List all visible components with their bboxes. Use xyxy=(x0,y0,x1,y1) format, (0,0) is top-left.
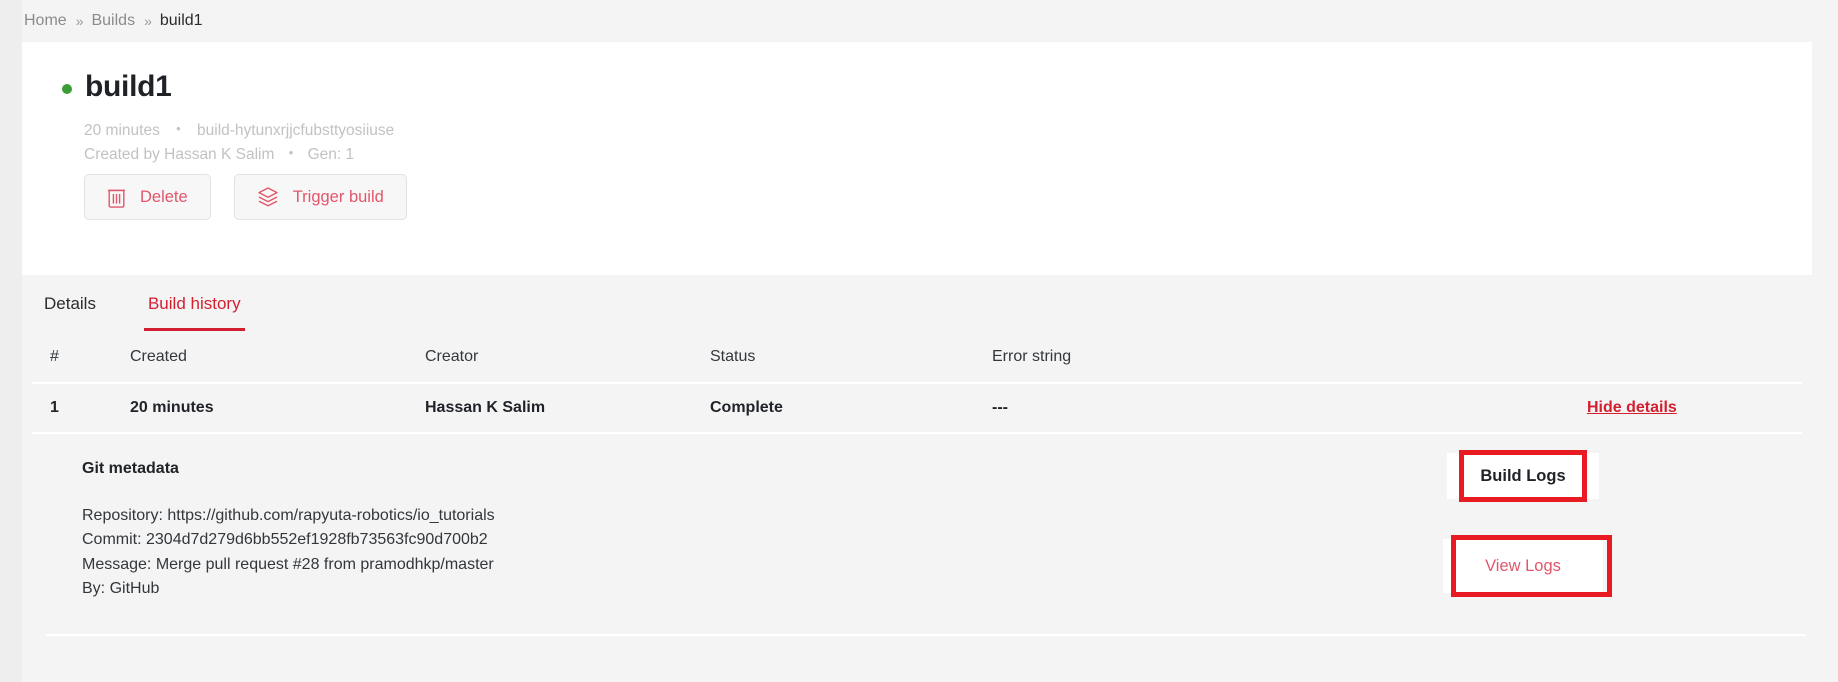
title-row: build1 xyxy=(62,70,172,104)
build-detail-page: Home » Builds » build1 build1 20 minutes… xyxy=(0,0,1838,682)
meta-separator: • xyxy=(288,145,294,160)
cell-error: --- xyxy=(992,399,1008,416)
left-gutter xyxy=(0,0,22,682)
breadcrumb-item-build1: build1 xyxy=(159,12,203,29)
build-meta-secondary: Created by Hassan K Salim • Gen: 1 xyxy=(84,145,355,164)
tab-build-history[interactable]: Build history xyxy=(143,294,245,331)
cell-created: 20 minutes xyxy=(130,399,214,416)
trash-icon xyxy=(107,186,126,208)
cell-status: Complete xyxy=(710,399,783,416)
column-header-number: # xyxy=(50,347,59,365)
column-header-created: Created xyxy=(130,347,187,365)
table-header-row: # Created Creator Status Error string xyxy=(32,331,1802,384)
breadcrumb-separator: » xyxy=(144,13,152,29)
cell-number: 1 xyxy=(50,399,59,416)
breadcrumb: Home » Builds » build1 xyxy=(22,0,1838,42)
cell-action: Hide details xyxy=(1572,399,1802,417)
table-row: 1 20 minutes Hassan K Salim Complete ---… xyxy=(32,384,1802,432)
build-actions: Delete Trigger build xyxy=(84,174,407,220)
hide-details-link[interactable]: Hide details xyxy=(1587,399,1677,416)
trigger-build-button[interactable]: Trigger build xyxy=(233,174,407,220)
build-id: build-hytunxrjjcfubsttyosiiuse xyxy=(197,122,395,139)
meta-separator: • xyxy=(176,121,181,136)
build-age: 20 minutes xyxy=(84,122,160,139)
trigger-build-button-label: Trigger build xyxy=(292,187,384,206)
build-meta-primary: 20 minutes • build-hytunxrjjcfubsttyosii… xyxy=(84,121,395,140)
delete-button-label: Delete xyxy=(140,187,188,206)
tab-details[interactable]: Details xyxy=(40,294,100,331)
build-creator: Created by Hassan K Salim xyxy=(84,146,275,163)
column-header-creator: Creator xyxy=(425,347,479,365)
breadcrumb-separator: » xyxy=(75,13,84,29)
build-generation: Gen: 1 xyxy=(307,146,355,163)
build-logs-label: Build Logs xyxy=(1447,453,1599,499)
column-header-status: Status xyxy=(710,347,756,365)
build-header-card: build1 20 minutes • build-hytunxrjjcfubs… xyxy=(22,42,1812,275)
view-logs-button[interactable]: View Logs xyxy=(1443,539,1603,593)
git-repository: Repository: https://github.com/rapyuta-r… xyxy=(82,507,495,524)
detail-divider xyxy=(46,634,1806,636)
layers-icon xyxy=(257,186,279,208)
tab-bar: Details Build history xyxy=(22,275,1812,331)
breadcrumb-item-home[interactable]: Home xyxy=(22,12,69,30)
page-title: build1 xyxy=(85,70,172,103)
breadcrumb-item-builds[interactable]: Builds xyxy=(89,12,137,30)
delete-button[interactable]: Delete xyxy=(84,174,211,220)
column-header-error: Error string xyxy=(992,347,1072,365)
status-dot-icon xyxy=(62,83,72,94)
cell-creator: Hassan K Salim xyxy=(425,399,546,416)
